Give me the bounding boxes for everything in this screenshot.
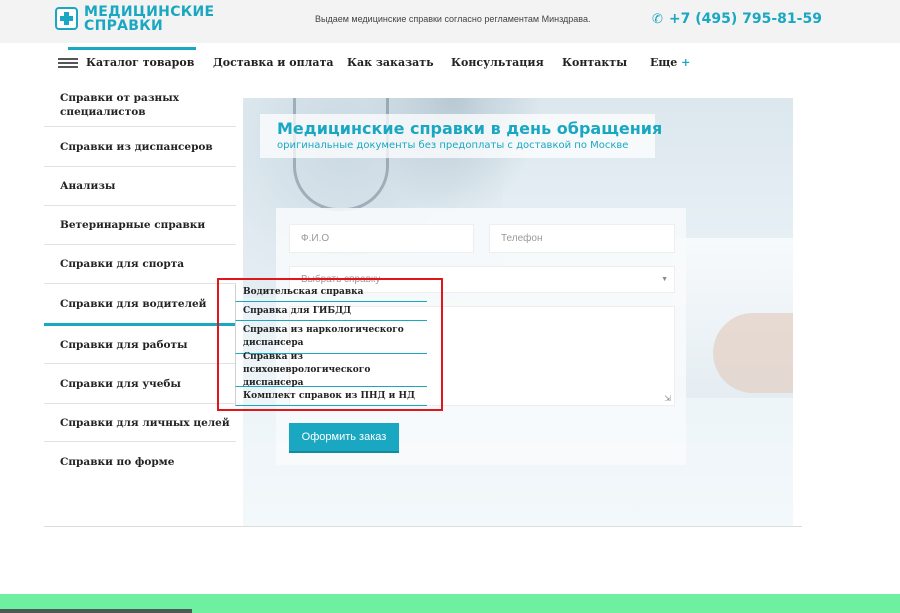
hero-banner: Медицинские справки в день обращения ори…	[260, 114, 662, 158]
sidebar-item-by-form[interactable]: Справки по форме	[44, 442, 236, 481]
banner-title: Медицинские справки в день обращения	[277, 119, 663, 138]
sidebar-item-personal[interactable]: Справки для личных целей	[44, 404, 236, 442]
sidebar-item-specialists[interactable]: Справки от разных специалистов	[44, 83, 236, 127]
sidebar-item-analyses[interactable]: Анализы	[44, 167, 236, 206]
sidebar-item-work[interactable]: Справки для работы	[44, 326, 236, 364]
phone-icon: ✆	[652, 12, 663, 27]
medical-cross-icon	[55, 7, 78, 30]
menu-hamburger-icon[interactable]	[58, 58, 78, 68]
sidebar-item-dispensaries[interactable]: Справки из диспансеров	[44, 127, 236, 167]
nav-more[interactable]: Еще +	[650, 56, 690, 69]
name-field[interactable]: Ф.И.О	[289, 224, 474, 253]
sidebar-item-drivers[interactable]: Справки для водителей	[44, 284, 236, 326]
footer-strip	[0, 609, 192, 613]
phone-field[interactable]: Телефон	[489, 224, 675, 253]
logo-line-2: СПРАВКИ	[84, 18, 164, 34]
resize-handle-icon[interactable]: ⇲	[664, 394, 671, 403]
logo-text: МЕДИЦИНСКИЕ СПРАВКИ	[84, 5, 214, 33]
submit-order-button[interactable]: Оформить заказ	[289, 423, 399, 453]
site-logo[interactable]: МЕДИЦИНСКИЕ СПРАВКИ	[55, 5, 215, 37]
logo-line-1: МЕДИЦИНСКИЕ	[84, 4, 215, 20]
sidebar-item-study[interactable]: Справки для учебы	[44, 364, 236, 404]
phone-number: +7 (495) 795-81-59	[668, 11, 822, 27]
header-phone[interactable]: ✆ +7 (495) 795-81-59	[652, 11, 822, 27]
catalog-accent-bar	[68, 47, 196, 50]
nav-more-label: Еще	[650, 56, 678, 69]
nav-how-to-order[interactable]: Как заказать	[347, 56, 434, 69]
sidebar-item-sport[interactable]: Справки для спорта	[44, 245, 236, 284]
nav-consultation[interactable]: Консультация	[451, 56, 544, 69]
highlight-box	[217, 278, 443, 411]
sidebar-item-veterinary[interactable]: Ветеринарные справки	[44, 206, 236, 245]
nav-catalog[interactable]: Каталог товаров	[86, 56, 194, 69]
plus-icon: +	[681, 56, 691, 69]
header-tagline: Выдаем медицинские справки согласно регл…	[315, 14, 591, 24]
chevron-down-icon: ▼	[661, 276, 668, 283]
content-divider	[44, 526, 802, 527]
nav-contacts[interactable]: Контакты	[562, 56, 627, 69]
banner-subtitle: оригинальные документы без предоплаты с …	[277, 140, 629, 151]
nav-delivery[interactable]: Доставка и оплата	[213, 56, 334, 69]
